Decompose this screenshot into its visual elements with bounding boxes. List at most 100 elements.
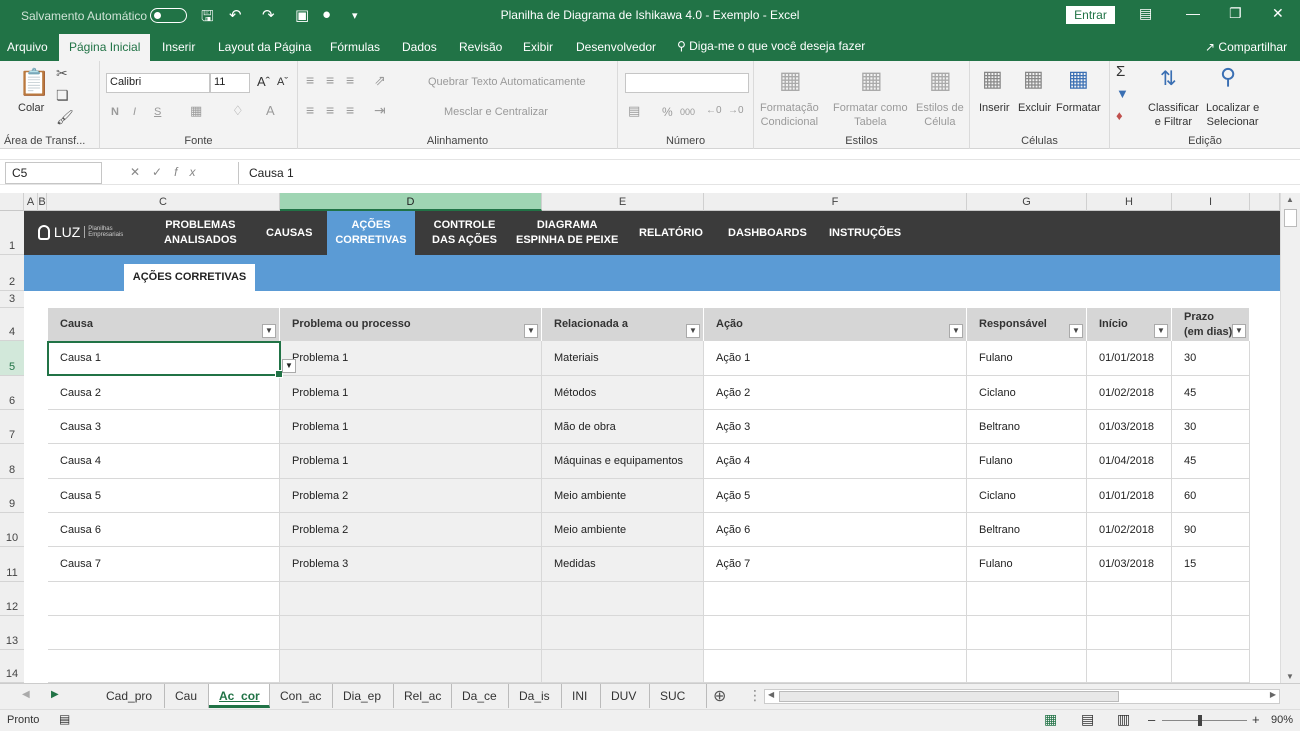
cell-prazo[interactable]: 30 — [1172, 341, 1250, 376]
ribbon-display-icon[interactable]: ▤ — [1139, 5, 1152, 22]
empty-cell[interactable] — [542, 582, 704, 616]
sheet-tab[interactable]: Con_ac — [270, 684, 333, 708]
merge-center-button[interactable]: Mesclar e Centralizar — [444, 105, 548, 119]
zoom-slider[interactable] — [1162, 720, 1247, 721]
cell-relacionada[interactable]: Meio ambiente — [542, 513, 704, 547]
cell-causa[interactable]: Causa 5 — [48, 479, 280, 513]
nav-causas[interactable]: CAUSAS — [266, 226, 312, 241]
empty-cell[interactable] — [48, 616, 280, 650]
filter-dropdown-icon[interactable]: ▼ — [949, 324, 963, 338]
bold-button[interactable]: N — [111, 105, 119, 119]
select-all-corner[interactable] — [0, 193, 24, 211]
cell-acao[interactable]: Ação 3 — [704, 410, 967, 444]
cell-acao[interactable]: Ação 1 — [704, 341, 967, 376]
cell-problema[interactable]: Problema 1 — [280, 444, 542, 479]
empty-cell[interactable] — [280, 650, 542, 683]
sheet-tab[interactable]: Rel_ac — [394, 684, 452, 708]
column-header-a[interactable]: A — [24, 193, 38, 211]
thousands-button[interactable]: 000 — [680, 105, 695, 119]
cell-problema[interactable]: Problema 2 — [280, 479, 542, 513]
filter-dropdown-icon[interactable]: ▼ — [1069, 324, 1083, 338]
conditional-formatting-icon[interactable]: ▦ — [779, 66, 802, 95]
cell-problema[interactable]: Problema 3 — [280, 547, 542, 582]
restore-icon[interactable]: ❐ — [1229, 5, 1242, 22]
cell-responsavel[interactable]: Fulano — [967, 444, 1087, 479]
conditional-formatting-button[interactable]: Formatação Condicional — [760, 101, 819, 129]
empty-cell[interactable] — [704, 650, 967, 683]
find-select-icon[interactable]: ⚲ — [1220, 64, 1236, 90]
increase-decimal-icon[interactable]: ←0 — [706, 104, 722, 118]
page-layout-icon[interactable]: ▤ — [1081, 711, 1094, 728]
macro-record-icon[interactable]: ▤ — [59, 712, 70, 726]
fill-icon[interactable]: ▼ — [1116, 87, 1129, 101]
column-header-d[interactable]: D — [280, 193, 542, 211]
delete-cells-button[interactable]: Excluir — [1018, 101, 1051, 115]
cell-inicio[interactable]: 01/01/2018 — [1087, 479, 1172, 513]
shrink-font-icon[interactable]: Aˇ — [277, 75, 288, 89]
cell-acao[interactable]: Ação 5 — [704, 479, 967, 513]
zoom-slider-thumb[interactable] — [1198, 715, 1202, 726]
column-header-i[interactable]: I — [1172, 193, 1250, 211]
row-header-12[interactable]: 12 — [0, 582, 24, 616]
close-icon[interactable]: ✕ — [1272, 5, 1284, 22]
row-header-5[interactable]: 5 — [0, 341, 24, 376]
cell-inicio[interactable]: 01/02/2018 — [1087, 376, 1172, 410]
nav-relatorio[interactable]: RELATÓRIO — [639, 226, 703, 241]
sheet-tab[interactable]: Dia_ep — [333, 684, 394, 708]
empty-cell[interactable] — [967, 650, 1087, 683]
cell-prazo[interactable]: 45 — [1172, 444, 1250, 479]
column-header-h[interactable]: H — [1087, 193, 1172, 211]
cell-styles-icon[interactable]: ▦ — [929, 66, 952, 95]
align-center-icon[interactable]: ≡ — [326, 103, 334, 117]
empty-cell[interactable] — [1172, 582, 1250, 616]
horizontal-scrollbar[interactable]: ◀ ▶ — [764, 689, 1280, 704]
zoom-level[interactable]: 90% — [1271, 714, 1293, 726]
empty-cell[interactable] — [1087, 650, 1172, 683]
empty-cell[interactable] — [542, 616, 704, 650]
cell-inicio[interactable]: 01/03/2018 — [1087, 547, 1172, 582]
find-select-button[interactable]: Localizar e Selecionar — [1206, 101, 1259, 129]
cell-responsavel[interactable]: Beltrano — [967, 410, 1087, 444]
cell-prazo[interactable]: 90 — [1172, 513, 1250, 547]
filter-dropdown-icon[interactable]: ▼ — [262, 324, 276, 338]
cell-causa[interactable]: Causa 2 — [48, 376, 280, 410]
nav-diagrama-espinha[interactable]: DIAGRAMA ESPINHA DE PEIXE — [516, 218, 618, 248]
cell-acao[interactable]: Ação 4 — [704, 444, 967, 479]
empty-cell[interactable] — [967, 582, 1087, 616]
decrease-decimal-icon[interactable]: →0 — [728, 104, 744, 118]
sheet-tab[interactable]: Ac_cor — [209, 684, 270, 708]
horizontal-scroll-thumb[interactable] — [779, 691, 1119, 702]
vertical-scrollbar[interactable]: ▲ ▼ — [1280, 193, 1300, 683]
paste-button[interactable]: Colar — [18, 101, 44, 115]
cell-problema[interactable]: Problema 1 — [280, 376, 542, 410]
font-name-select[interactable]: Calibri — [106, 73, 210, 93]
cell-inicio[interactable]: 01/03/2018 — [1087, 410, 1172, 444]
cell-causa[interactable]: Causa 4 — [48, 444, 280, 479]
prev-sheet-icon[interactable]: ◀ — [22, 689, 30, 700]
cell-problema[interactable]: Problema 2 — [280, 513, 542, 547]
tab-revisao[interactable]: Revisão — [459, 40, 502, 54]
tab-exibir[interactable]: Exibir — [523, 40, 553, 54]
cell-prazo[interactable]: 60 — [1172, 479, 1250, 513]
format-as-table-button[interactable]: Formatar como Tabela — [833, 101, 908, 129]
row-header-10[interactable]: 10 — [0, 513, 24, 547]
align-bottom-icon[interactable]: ≡ — [346, 73, 354, 87]
row-header-2[interactable]: 2 — [0, 255, 24, 291]
empty-cell[interactable] — [1087, 616, 1172, 650]
row-header-14[interactable]: 14 — [0, 650, 24, 683]
underline-button[interactable]: S — [154, 105, 161, 119]
tab-desenvolvedor[interactable]: Desenvolvedor — [576, 40, 656, 54]
cell-prazo[interactable]: 15 — [1172, 547, 1250, 582]
cell-prazo[interactable]: 45 — [1172, 376, 1250, 410]
normal-view-icon[interactable]: ▦ — [1044, 711, 1057, 728]
scroll-right-icon[interactable]: ▶ — [1270, 690, 1276, 699]
indent-icon[interactable]: ⇥ — [374, 103, 386, 117]
sheet-tab[interactable]: Da_ce — [452, 684, 509, 708]
cut-icon[interactable]: ✂ — [56, 65, 68, 82]
cell-relacionada[interactable]: Máquinas e equipamentos — [542, 444, 704, 479]
row-header-4[interactable]: 4 — [0, 308, 24, 341]
format-cells-icon[interactable]: ▦ — [1068, 66, 1089, 92]
cell-responsavel[interactable]: Fulano — [967, 547, 1087, 582]
cell-acao[interactable]: Ação 6 — [704, 513, 967, 547]
vertical-scroll-thumb[interactable] — [1284, 209, 1297, 227]
